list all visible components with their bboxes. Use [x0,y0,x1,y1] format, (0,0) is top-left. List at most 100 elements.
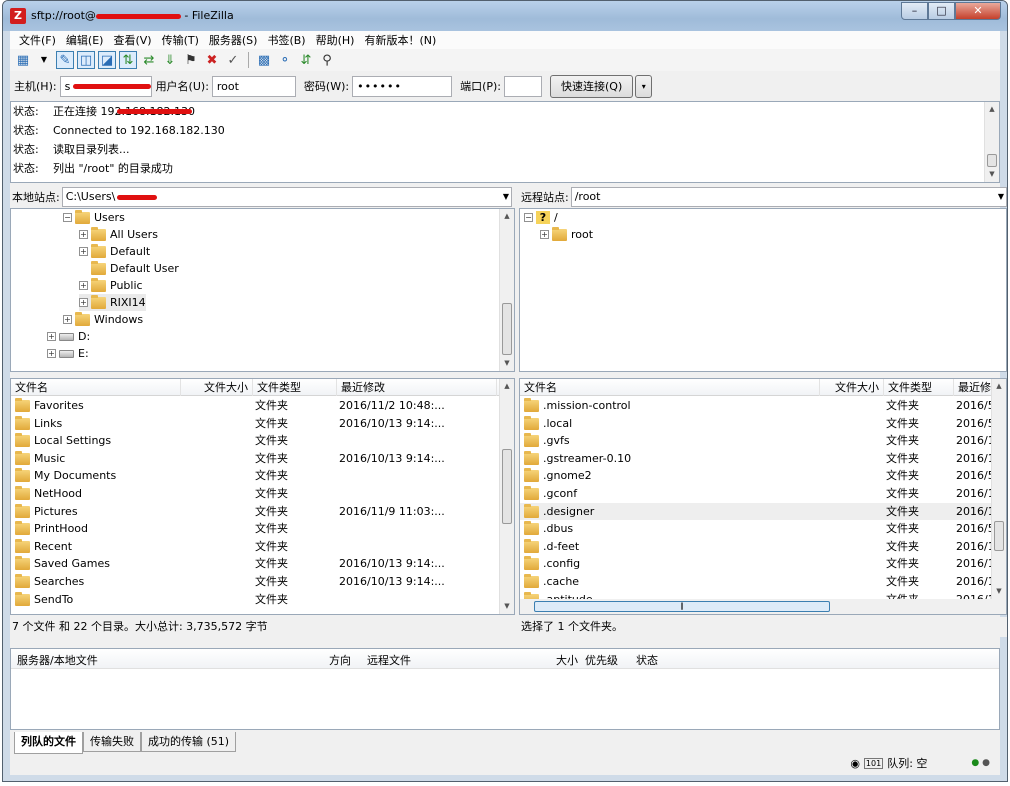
toggle-remote-tree-icon[interactable]: ◪ [98,51,116,69]
file-row[interactable]: .config 文件夹 2016/10 [520,555,992,572]
menu-help[interactable]: 帮助(H) [311,32,360,48]
chevron-down-icon[interactable]: ▼ [998,188,1004,206]
tree-node[interactable]: + E: [47,345,89,362]
refresh-icon[interactable]: ⇄ [140,51,158,69]
tree-node[interactable]: −? / [524,209,558,226]
column-priority[interactable]: 优先级 [585,652,618,668]
file-row[interactable]: Searches 文件夹 2016/10/13 9:14:... [11,573,499,590]
column-modified[interactable]: 最近修改 [954,379,994,396]
menu-new-version[interactable]: 有新版本！(N) [359,32,441,48]
local-path-combo[interactable]: C:\Users\ ▼ [61,187,512,207]
tree-node[interactable]: + Windows [63,311,143,328]
expand-icon[interactable]: + [47,349,56,358]
file-row[interactable]: .gconf 文件夹 2016/11 [520,485,992,502]
column-type[interactable]: 文件类型 [253,379,337,396]
scroll-thumb[interactable]: ‖ [534,601,830,612]
menu-bookmarks[interactable]: 书签(B) [262,32,310,48]
column-name[interactable]: 文件名 [520,379,820,396]
scroll-up-icon[interactable]: ▲ [992,379,1006,394]
search-icon[interactable]: ⚲ [318,51,336,69]
collapse-icon[interactable]: − [524,213,533,222]
remote-list-scrollbar[interactable]: ▲ ▼ [991,379,1006,599]
tree-node[interactable]: Default User [91,260,179,277]
file-row[interactable]: Saved Games 文件夹 2016/10/13 9:14:... [11,555,499,572]
title-bar[interactable]: Z sftp://root@ - FileZilla – □ ✕ [3,1,1007,31]
quickconnect-history-button[interactable]: ▾ [635,74,653,98]
menu-edit[interactable]: 编辑(E) [61,32,109,48]
expand-icon[interactable]: + [47,332,56,341]
port-input[interactable] [504,75,543,97]
scroll-thumb[interactable] [502,449,512,524]
column-modified[interactable]: 最近修改 [337,379,497,396]
remote-directory-tree[interactable]: −? / + root [519,208,1007,372]
local-file-list[interactable]: 文件名 文件大小 文件类型 最近修改 Favorites 文件夹 2016/11/2… [10,378,515,615]
file-row[interactable]: .gnome2 文件夹 2016/5/ [520,467,992,484]
scroll-up-icon[interactable]: ▲ [500,209,514,224]
expand-icon[interactable]: + [79,298,88,307]
toggle-queue-icon[interactable]: ⇅ [119,51,137,69]
scroll-down-icon[interactable]: ▼ [500,599,514,614]
column-server-local[interactable]: 服务器/本地文件 [17,652,98,668]
remote-path-combo[interactable]: /root ▼ [570,187,1007,207]
close-button[interactable]: ✕ [955,2,1001,20]
file-row[interactable]: Local Settings 文件夹 [11,432,499,449]
file-row[interactable]: SendTo 文件夹 [11,591,499,608]
scroll-down-icon[interactable]: ▼ [985,167,999,182]
column-size[interactable]: 文件大小 [181,379,253,396]
local-tree-scrollbar[interactable]: ▲ ▼ [499,209,514,371]
expand-icon[interactable]: + [79,230,88,239]
password-input[interactable]: •••••• [352,75,453,97]
local-list-scrollbar[interactable]: ▲ ▼ [499,379,514,614]
file-row[interactable]: Recent 文件夹 [11,538,499,555]
chevron-down-icon[interactable]: ▼ [503,188,509,206]
scroll-down-icon[interactable]: ▼ [500,356,514,371]
tree-node[interactable]: − Users [63,209,125,226]
column-name[interactable]: 文件名 [11,379,181,396]
scroll-up-icon[interactable]: ▲ [985,102,999,117]
collapse-icon[interactable]: − [63,213,72,222]
site-manager-icon[interactable]: ▦ [14,51,32,69]
scroll-up-icon[interactable]: ▲ [500,379,514,394]
file-row[interactable]: .dbus 文件夹 2016/5/ [520,520,992,537]
tree-node[interactable]: + Public [79,277,143,294]
expand-icon[interactable]: + [540,230,549,239]
username-input[interactable]: root [211,75,296,97]
transfer-queue[interactable]: 服务器/本地文件 方向 远程文件 大小 优先级 状态 [10,648,1000,730]
maximize-button[interactable]: □ [928,2,955,20]
host-input[interactable]: s [59,75,152,97]
tree-node[interactable]: + D: [47,328,90,345]
compare-icon[interactable]: ⚬ [276,51,294,69]
file-row[interactable]: .gstreamer-0.10 文件夹 2016/11 [520,450,992,467]
process-queue-icon[interactable]: ⇓ [161,51,179,69]
minimize-button[interactable]: – [901,2,928,20]
file-row[interactable]: Favorites 文件夹 2016/11/2 10:48:... [11,397,499,414]
expand-icon[interactable]: + [63,315,72,324]
filter-icon[interactable]: ▩ [255,51,273,69]
sync-browse-icon[interactable]: ⇵ [297,51,315,69]
expand-icon[interactable]: + [79,247,88,256]
scroll-thumb[interactable] [502,303,512,355]
remote-file-list[interactable]: 文件名 文件大小 文件类型 最近修改 .mission-control 文件夹 20… [519,378,1007,615]
scroll-thumb[interactable] [994,521,1004,551]
cancel-icon[interactable]: ⚑ [182,51,200,69]
tree-node[interactable]: + root [540,226,593,243]
message-log[interactable]: 状态:正在连接 192.168.182.130 状态:Connected to … [10,101,1000,183]
reconnect-icon[interactable]: ✓ [224,51,242,69]
file-row[interactable]: .gvfs 文件夹 2016/11 [520,432,992,449]
tab-failed-transfers[interactable]: 传输失败 [83,732,141,752]
file-row[interactable]: .designer 文件夹 2016/11 [520,502,992,520]
file-row[interactable]: .local 文件夹 2016/5/ [520,415,992,432]
file-row[interactable]: .mission-control 文件夹 2016/5/ [520,397,992,414]
menu-transfer[interactable]: 传输(T) [157,32,204,48]
toggle-local-tree-icon[interactable]: ◫ [77,51,95,69]
tree-node[interactable]: + Default [79,243,150,260]
tab-successful-transfers[interactable]: 成功的传输 (51) [141,732,237,752]
file-row[interactable]: My Documents 文件夹 [11,467,499,484]
file-row[interactable]: .d-feet 文件夹 2016/10 [520,538,992,555]
menu-server[interactable]: 服务器(S) [204,32,263,48]
scroll-thumb[interactable] [987,154,997,167]
tree-node[interactable]: + All Users [79,226,158,243]
file-row[interactable]: PrintHood 文件夹 [11,520,499,537]
local-directory-tree[interactable]: − Users + All Users + Default Default User … [10,208,515,372]
disconnect-icon[interactable]: ✖ [203,51,221,69]
